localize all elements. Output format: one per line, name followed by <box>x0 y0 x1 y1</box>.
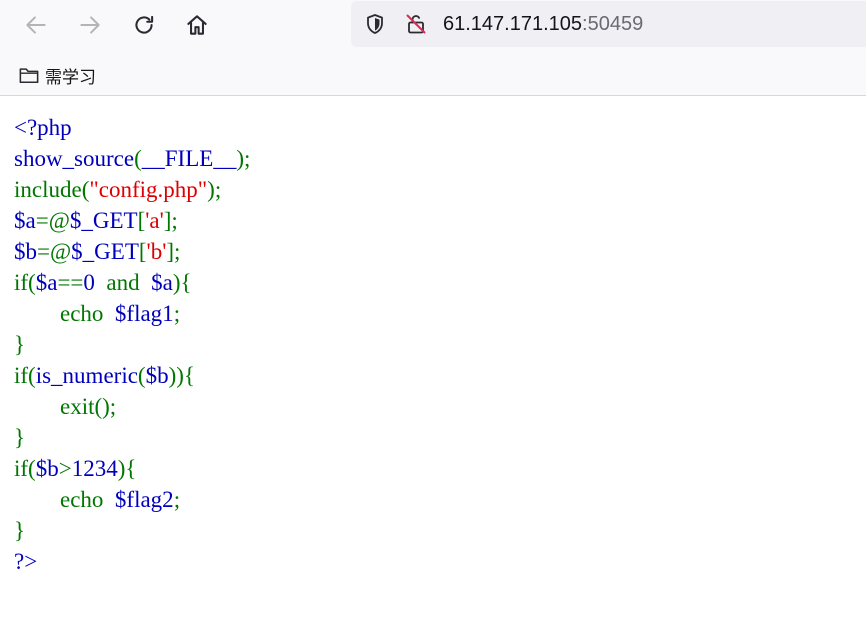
insecure-lock-icon[interactable] <box>404 12 428 36</box>
code-token: if( <box>14 270 36 295</box>
code-line: <?php <box>14 112 250 143</box>
php-source-code: <?php show_source(__FILE__); include("conf… <box>14 112 250 577</box>
code-line: $b=@$_GET['b']; <box>14 236 250 267</box>
code-token: ){ <box>117 456 137 481</box>
home-button[interactable] <box>180 8 214 42</box>
code-token: ( <box>137 363 146 388</box>
code-token: 'b' <box>146 239 167 264</box>
reload-icon <box>135 15 154 34</box>
url-bar[interactable]: 61.147.171.105:50459 <box>351 1 866 47</box>
code-token: ; <box>173 301 181 326</box>
code-line: if($b>1234){ <box>14 453 250 484</box>
bookmark-folder[interactable]: 需学习 <box>18 62 96 88</box>
code-line: include("config.php"); <box>14 174 250 205</box>
bookmark-folder-label: 需学习 <box>45 67 96 88</box>
code-token: } <box>14 518 26 543</box>
code-token: $flag2 <box>109 487 174 512</box>
code-token: __FILE__ <box>141 146 237 171</box>
code-token: == <box>57 270 84 295</box>
navigation-toolbar: 61.147.171.105:50459 <box>0 0 866 50</box>
code-line: } <box>14 329 250 360</box>
code-line: } <box>14 422 250 453</box>
reload-button[interactable] <box>127 8 161 42</box>
code-token: 'a' <box>145 208 164 233</box>
home-icon <box>187 15 207 35</box>
code-line: ?> <box>14 546 250 577</box>
code-token: 0 <box>83 270 101 295</box>
code-token: ?> <box>14 549 38 574</box>
code-token: show_source <box>14 146 135 171</box>
code-token: and <box>100 270 146 295</box>
code-token: if( <box>14 456 36 481</box>
code-line: if(is_numeric($b)){ <box>14 360 250 391</box>
code-token: ]; <box>163 208 178 233</box>
url-text[interactable]: 61.147.171.105:50459 <box>443 12 643 36</box>
code-token: $flag1 <box>109 301 174 326</box>
code-token: include( <box>14 177 90 202</box>
browser-chrome: 61.147.171.105:50459 需学习 <box>0 0 866 96</box>
code-line: show_source(__FILE__); <box>14 143 250 174</box>
code-token: $b <box>14 239 37 264</box>
code-token: $_GET <box>69 208 138 233</box>
code-token: [ <box>138 239 147 264</box>
code-token: <?php <box>14 115 72 140</box>
code-token: > <box>58 456 72 481</box>
code-token: $b <box>145 363 169 388</box>
code-token: 1234 <box>71 456 118 481</box>
code-token: ){ <box>172 270 192 295</box>
code-token: exit(); <box>14 394 117 419</box>
code-token: ); <box>236 146 251 171</box>
bookmarks-bar: 需学习 <box>0 58 866 92</box>
code-token: $a <box>14 208 36 233</box>
arrow-right-icon <box>80 16 100 34</box>
page-content: <?php show_source(__FILE__); include("conf… <box>0 97 866 640</box>
code-token: echo <box>14 301 110 326</box>
code-line: $a=@$_GET['a']; <box>14 205 250 236</box>
code-line: echo $flag2; <box>14 484 250 515</box>
code-token: ]; <box>166 239 181 264</box>
code-token: $a <box>145 270 173 295</box>
code-token: )){ <box>168 363 195 388</box>
forward-button[interactable] <box>73 8 107 42</box>
code-token: } <box>14 425 26 450</box>
code-token: $_GET <box>71 239 139 264</box>
code-token: ); <box>207 177 222 202</box>
code-token: =@ <box>37 239 72 264</box>
arrow-left-icon <box>26 16 46 34</box>
code-token: "config.php" <box>89 177 208 202</box>
url-port: :50459 <box>582 13 644 35</box>
folder-icon <box>19 68 39 84</box>
code-token: echo <box>14 487 110 512</box>
code-token: if( <box>14 363 36 388</box>
code-line: } <box>14 515 250 546</box>
code-token: $a <box>35 270 58 295</box>
code-line: exit(); <box>14 391 250 422</box>
code-token: ; <box>173 487 181 512</box>
url-host: 61.147.171.105 <box>443 13 583 35</box>
code-token: is_numeric <box>35 363 138 388</box>
code-token: $b <box>35 456 59 481</box>
code-line: if($a==0 and $a){ <box>14 267 250 298</box>
code-line: echo $flag1; <box>14 298 250 329</box>
code-token: } <box>14 332 26 357</box>
code-token: ( <box>134 146 142 171</box>
code-token: =@ <box>35 208 70 233</box>
back-button[interactable] <box>19 8 53 42</box>
shield-icon[interactable] <box>363 12 387 36</box>
